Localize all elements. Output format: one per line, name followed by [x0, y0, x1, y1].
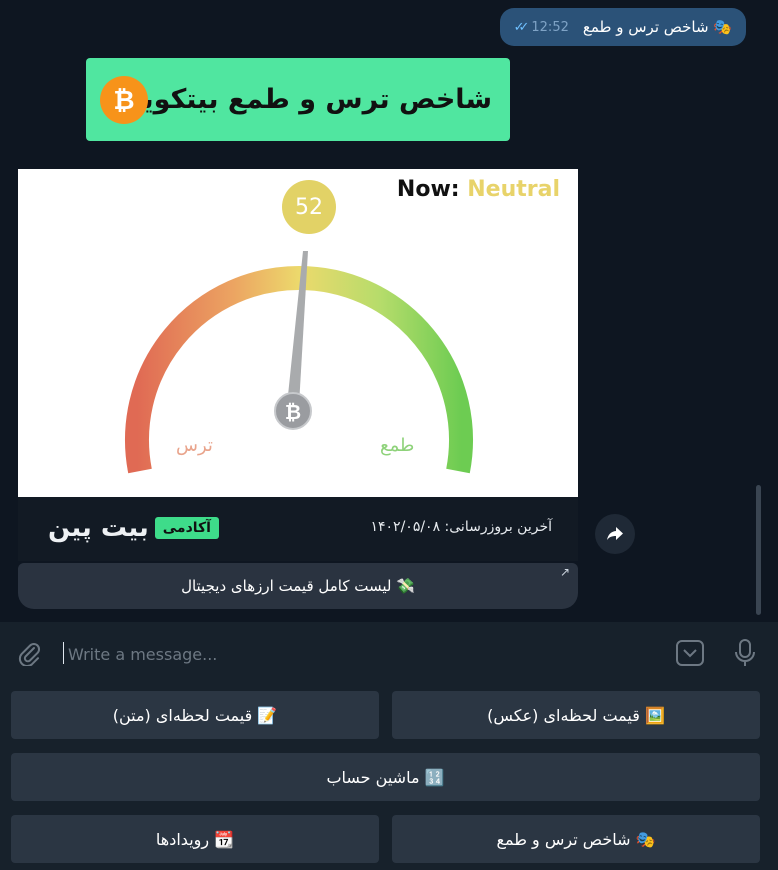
- forward-icon: [607, 527, 623, 540]
- reply-button-photo-price[interactable]: 🖼️ قیمت لحظه‌ای (عکس): [392, 691, 760, 739]
- banner: ₿ شاخص ترس و طمع بیتکوین: [86, 58, 510, 141]
- academy-logo: بیت پین آکادمی: [48, 513, 219, 543]
- double-check-icon: ✓✓: [513, 19, 530, 35]
- fear-greed-gauge-image[interactable]: ₿ Now: Neutral 52 ترس طمع: [18, 169, 578, 497]
- reply-button-events[interactable]: 📆 رویدادها: [11, 815, 379, 863]
- reply-button-fear-greed[interactable]: 🎭 شاخص ترس و طمع: [392, 815, 760, 863]
- bot-keyboard-toggle-icon[interactable]: [675, 639, 705, 671]
- banner-title: شاخص ترس و طمع بیتکوین: [119, 84, 492, 115]
- gauge-value: 52: [282, 180, 336, 234]
- reply-keyboard: 🖼️ قیمت لحظه‌ای (عکس) 📝 قیمت لحظه‌ای (مت…: [0, 684, 778, 870]
- message-text: 🎭 شاخص ترس و طمع: [582, 18, 732, 36]
- image-footer: بیت پین آکادمی آخرین بروزرسانی: ۱۴۰۲/۰۵/…: [18, 497, 578, 561]
- message-time: 12:52: [531, 19, 569, 35]
- forward-button[interactable]: [595, 514, 635, 554]
- chat-area: ✓✓ 12:52 🎭 شاخص ترس و طمع ₿ شاخص ترس و ط…: [0, 0, 766, 622]
- outgoing-message[interactable]: ✓✓ 12:52 🎭 شاخص ترس و طمع: [499, 8, 746, 46]
- reply-button-text-price[interactable]: 📝 قیمت لحظه‌ای (متن): [11, 691, 379, 739]
- academy-brand: بیت پین: [48, 513, 149, 543]
- now-value: Neutral: [467, 177, 560, 202]
- message-input[interactable]: [66, 636, 630, 672]
- attach-icon[interactable]: [16, 640, 42, 670]
- bitcoin-logo-icon: ₿: [100, 76, 148, 124]
- microphone-icon[interactable]: [733, 638, 757, 672]
- message-meta: ✓✓ 12:52: [514, 20, 569, 35]
- last-update: آخرین بروزرسانی: ۱۴۰۲/۰۵/۰۸: [370, 519, 553, 535]
- greed-label: طمع: [380, 435, 415, 456]
- needle-hub-bitcoin-icon: ₿: [285, 400, 301, 424]
- inline-button-label: 💸 لیست کامل قیمت ارزهای دیجیتال: [181, 577, 415, 595]
- now-label: Now:: [396, 177, 460, 202]
- text-caret: [63, 642, 64, 664]
- now-status: Now: Neutral: [397, 177, 560, 202]
- external-link-icon: ↗: [559, 565, 570, 579]
- inline-keyboard-button[interactable]: 💸 لیست کامل قیمت ارزهای دیجیتال ↗: [18, 563, 578, 609]
- chat-scrollbar[interactable]: [756, 485, 761, 615]
- academy-tag: آکادمی: [154, 517, 219, 539]
- message-composer: [0, 622, 778, 684]
- reply-button-calculator[interactable]: 🔢 ماشین حساب: [11, 753, 760, 801]
- fear-label: ترس: [176, 435, 213, 456]
